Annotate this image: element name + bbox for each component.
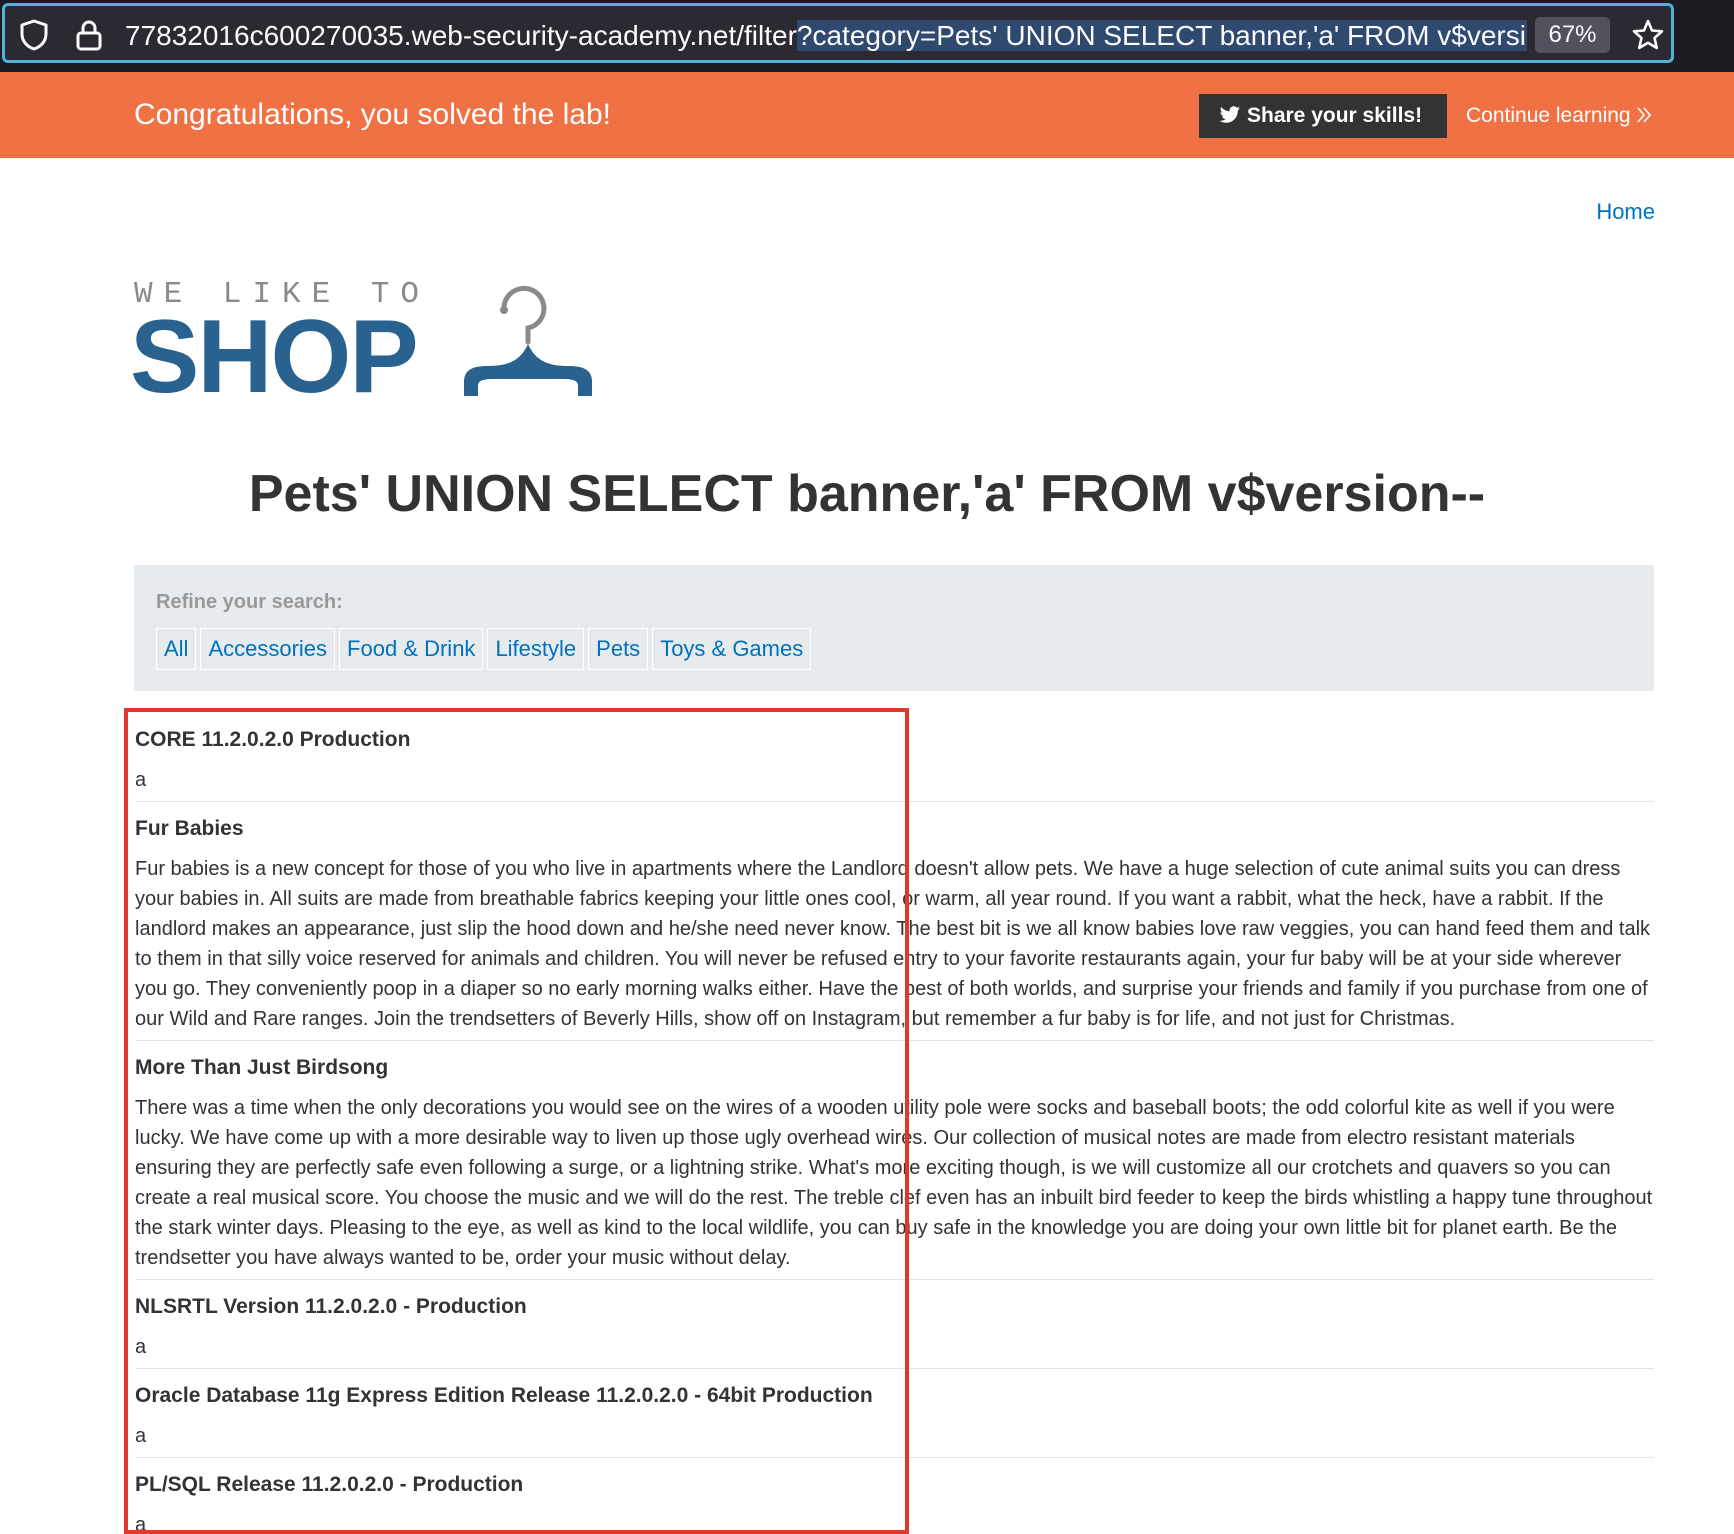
- filter-list: All Accessories Food & Drink Lifestyle P…: [156, 628, 815, 670]
- filter-accessories[interactable]: Accessories: [200, 628, 336, 670]
- filter-food-drink[interactable]: Food & Drink: [339, 628, 484, 670]
- table-row: PL/SQL Release 11.2.0.2.0 - Production a: [135, 1458, 1654, 1534]
- result-title: Fur Babies: [135, 817, 244, 840]
- filter-toys-games[interactable]: Toys & Games: [652, 628, 812, 670]
- result-body: a: [135, 1514, 147, 1534]
- result-body: There was a time when the only decoratio…: [135, 1097, 1653, 1269]
- url-host: 77832016c600270035.web-security-academy.…: [125, 20, 797, 51]
- share-skills-label: Share your skills!: [1247, 104, 1423, 127]
- url-bar[interactable]: 77832016c600270035.web-security-academy.…: [2, 3, 1674, 63]
- double-chevron-right-icon: [1637, 107, 1651, 123]
- filter-pets[interactable]: Pets: [588, 628, 649, 670]
- result-body: a: [135, 769, 147, 791]
- twitter-icon: [1219, 106, 1240, 123]
- table-row: NLSRTL Version 11.2.0.2.0 - Production a: [135, 1280, 1654, 1369]
- browser-toolbar: 77832016c600270035.web-security-academy.…: [0, 0, 1734, 72]
- zoom-level-badge[interactable]: 67%: [1535, 17, 1610, 53]
- results-table: CORE 11.2.0.2.0 Production a Fur Babies …: [135, 713, 1654, 1534]
- continue-learning-label: Continue learning: [1466, 104, 1631, 127]
- result-body: a: [135, 1336, 147, 1358]
- logo-wordmark: SHOP: [130, 299, 419, 415]
- url-query-selected: ?category=Pets' UNION SELECT banner,'a' …: [796, 20, 1527, 51]
- share-skills-button[interactable]: Share your skills!: [1199, 94, 1447, 138]
- result-title: PL/SQL Release 11.2.0.2.0 - Production: [135, 1473, 524, 1496]
- url-text[interactable]: 77832016c600270035.web-security-academy.…: [125, 19, 1527, 53]
- filter-all[interactable]: All: [156, 628, 197, 670]
- continue-learning-link[interactable]: Continue learning: [1466, 94, 1653, 138]
- lock-icon[interactable]: [75, 18, 103, 52]
- filter-panel: Refine your search: All Accessories Food…: [134, 565, 1654, 691]
- home-link[interactable]: Home: [1596, 198, 1655, 226]
- table-row: Oracle Database 11g Express Edition Rele…: [135, 1369, 1654, 1458]
- banner-message: Congratulations, you solved the lab!: [134, 98, 611, 131]
- shield-icon[interactable]: [19, 19, 49, 51]
- lab-solved-banner: Congratulations, you solved the lab! Sha…: [0, 72, 1734, 158]
- result-body: a: [135, 1425, 147, 1447]
- result-body: Fur babies is a new concept for those of…: [135, 858, 1651, 1030]
- result-title: Oracle Database 11g Express Edition Rele…: [135, 1384, 873, 1407]
- hanger-logo-icon: [464, 285, 592, 396]
- filter-title: Refine your search:: [156, 591, 343, 613]
- result-title: More Than Just Birdsong: [135, 1056, 389, 1079]
- table-row: Fur Babies Fur babies is a new concept f…: [135, 802, 1654, 1041]
- result-title: NLSRTL Version 11.2.0.2.0 - Production: [135, 1295, 527, 1318]
- result-title: CORE 11.2.0.2.0 Production: [135, 728, 411, 751]
- page-title: Pets' UNION SELECT banner,'a' FROM v$ver…: [248, 465, 1486, 523]
- filter-lifestyle[interactable]: Lifestyle: [487, 628, 585, 670]
- table-row: CORE 11.2.0.2.0 Production a: [135, 713, 1654, 802]
- table-row: More Than Just Birdsong There was a time…: [135, 1041, 1654, 1280]
- bookmark-star-icon[interactable]: [1631, 18, 1665, 52]
